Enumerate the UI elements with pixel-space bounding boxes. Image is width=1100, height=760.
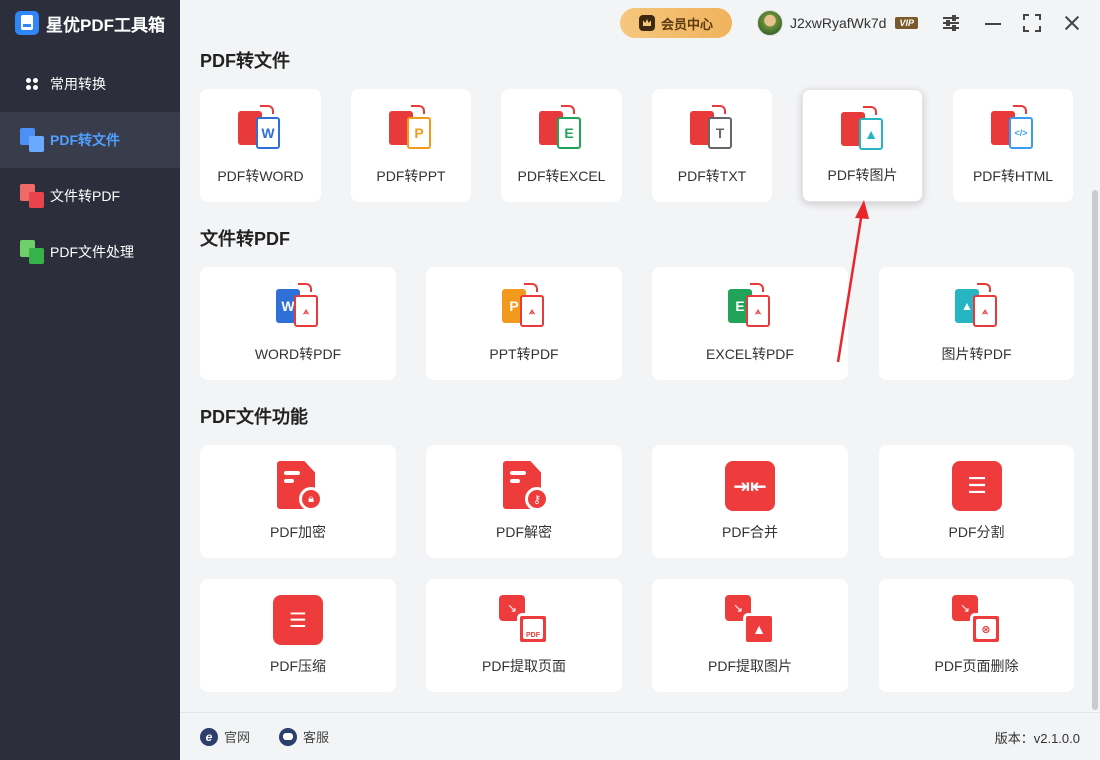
card-label: PDF转HTML xyxy=(972,168,1054,184)
key-icon: ⚷ xyxy=(499,461,549,511)
crown-icon xyxy=(638,15,655,31)
card-label: PDF压缩 xyxy=(270,658,326,674)
pdf-to-word-icon: W xyxy=(238,105,282,149)
pdf-to-txt-icon: T xyxy=(690,105,734,149)
website-label: 官网 xyxy=(224,730,251,745)
ppt-to-pdf-icon: P ⟑ xyxy=(502,283,546,327)
card-pdf-merge[interactable]: ⇥⇤ PDF合并 xyxy=(652,445,848,558)
sidebar-nav: 常用转换 PDF转文件 文件转PDF PDF文件处理 xyxy=(0,56,180,280)
card-label: PDF提取图片 xyxy=(708,658,792,674)
card-label: PDF转PPT xyxy=(376,168,446,184)
footer: e 官网 客服 版本：v2.1.0.0 xyxy=(180,712,1100,760)
vip-center-label: 会员中心 xyxy=(660,16,713,32)
section-title-file-to-pdf: 文件转PDF xyxy=(200,229,290,249)
sidebar-item-label: 常用转换 xyxy=(50,76,106,92)
pdf-to-excel-icon: E xyxy=(539,105,583,149)
pdf-to-file-icon xyxy=(20,128,44,152)
card-label: PDF转图片 xyxy=(827,167,898,183)
card-pdf-delete-pages[interactable]: ↘ ⊗ PDF页面删除 xyxy=(879,579,1074,692)
pdf-to-html-icon: </> xyxy=(991,105,1035,149)
card-pdf-to-html[interactable]: </> PDF转HTML xyxy=(953,89,1073,202)
app-name: 星优PDF工具箱 xyxy=(46,15,165,35)
sidebar: 星优PDF工具箱 常用转换 PDF转文件 文件转PDF PDF文件处理 xyxy=(0,0,180,760)
card-pdf-to-ppt[interactable]: P PDF转PPT xyxy=(351,89,471,202)
lock-icon: 🔒︎ xyxy=(273,461,323,511)
pdf-processing-icon xyxy=(20,240,44,264)
word-to-pdf-icon: W ⟑ xyxy=(276,283,320,327)
card-label: 图片转PDF xyxy=(941,346,1012,362)
split-icon: ☰ xyxy=(952,461,1002,511)
scrollbar[interactable] xyxy=(1092,190,1098,710)
card-label: PDF分割 xyxy=(948,524,1005,540)
vip-badge: VIP xyxy=(895,17,918,29)
pdf-to-image-icon: ▲ xyxy=(841,106,885,150)
card-label: PDF转WORD xyxy=(217,168,304,184)
section-title-pdf-to-file: PDF转文件 xyxy=(200,51,290,71)
close-icon[interactable] xyxy=(1061,12,1083,34)
card-pdf-to-word[interactable]: W PDF转WORD xyxy=(200,89,321,202)
card-pdf-decrypt[interactable]: ⚷ PDF解密 xyxy=(426,445,622,558)
user-profile[interactable]: J2xwRyafWk7d VIP xyxy=(757,10,918,36)
version-label: 版本：v2.1.0.0 xyxy=(994,731,1080,746)
pdf-to-ppt-icon: P xyxy=(389,105,433,149)
card-image-to-pdf[interactable]: ▲ ⟑ 图片转PDF xyxy=(879,267,1074,380)
card-pdf-encrypt[interactable]: 🔒︎ PDF加密 xyxy=(200,445,396,558)
card-pdf-to-excel[interactable]: E PDF转EXCEL xyxy=(501,89,622,202)
card-label: EXCEL转PDF xyxy=(706,346,794,362)
card-label: PDF转EXCEL xyxy=(517,168,606,184)
card-label: PDF合并 xyxy=(722,524,778,540)
card-label: PDF页面删除 xyxy=(934,658,1019,674)
delete-pages-icon: ↘ ⊗ xyxy=(952,595,1002,645)
extract-images-icon: ↘ ▲ xyxy=(725,595,775,645)
website-link[interactable]: e 官网 xyxy=(200,727,250,746)
card-label: PDF解密 xyxy=(496,524,552,540)
image-to-pdf-icon: ▲ ⟑ xyxy=(955,283,999,327)
support-label: 客服 xyxy=(303,730,330,745)
merge-icon: ⇥⇤ xyxy=(725,461,775,511)
grid-icon xyxy=(20,72,44,96)
card-label: WORD转PDF xyxy=(254,346,342,362)
card-label: PDF提取页面 xyxy=(482,658,566,674)
sidebar-item-pdf-to-file[interactable]: PDF转文件 xyxy=(0,112,180,168)
support-link[interactable]: 客服 xyxy=(279,727,329,746)
excel-to-pdf-icon: E ⟑ xyxy=(728,283,772,327)
app-title: 星优PDF工具箱 xyxy=(15,10,165,36)
card-pdf-to-txt[interactable]: T PDF转TXT xyxy=(652,89,772,202)
chat-icon xyxy=(279,727,297,746)
app-logo-icon xyxy=(15,11,39,35)
sidebar-item-common[interactable]: 常用转换 xyxy=(0,56,180,112)
card-ppt-to-pdf[interactable]: P ⟑ PPT转PDF xyxy=(426,267,622,380)
card-excel-to-pdf[interactable]: E ⟑ EXCEL转PDF xyxy=(652,267,848,380)
card-pdf-extract-pages[interactable]: ↘ PDF PDF提取页面 xyxy=(426,579,622,692)
section-title-pdf-functions: PDF文件功能 xyxy=(200,407,308,427)
avatar xyxy=(757,10,783,36)
sidebar-item-label: PDF文件处理 xyxy=(50,244,134,260)
maximize-icon[interactable] xyxy=(1021,12,1043,34)
card-label: PDF加密 xyxy=(270,524,326,540)
card-pdf-compress[interactable]: ☰ PDF压缩 xyxy=(200,579,396,692)
sidebar-item-label: PDF转文件 xyxy=(50,132,120,148)
card-word-to-pdf[interactable]: W ⟑ WORD转PDF xyxy=(200,267,396,380)
card-label: PDF转TXT xyxy=(677,168,747,184)
browser-icon: e xyxy=(200,727,218,746)
card-pdf-extract-images[interactable]: ↘ ▲ PDF提取图片 xyxy=(652,579,848,692)
sidebar-item-pdf-processing[interactable]: PDF文件处理 xyxy=(0,224,180,280)
card-pdf-to-image[interactable]: ▲ PDF转图片 xyxy=(802,89,923,202)
vip-center-button[interactable]: 会员中心 xyxy=(620,8,732,38)
sidebar-item-file-to-pdf[interactable]: 文件转PDF xyxy=(0,168,180,224)
file-to-pdf-icon xyxy=(20,184,44,208)
minimize-icon[interactable] xyxy=(982,12,1004,34)
extract-pages-icon: ↘ PDF xyxy=(499,595,549,645)
card-label: PPT转PDF xyxy=(489,346,559,362)
settings-icon[interactable] xyxy=(940,12,962,34)
card-pdf-split[interactable]: ☰ PDF分割 xyxy=(879,445,1074,558)
sidebar-item-label: 文件转PDF xyxy=(50,188,120,204)
compress-icon: ☰ xyxy=(273,595,323,645)
username: J2xwRyafWk7d xyxy=(790,15,887,31)
